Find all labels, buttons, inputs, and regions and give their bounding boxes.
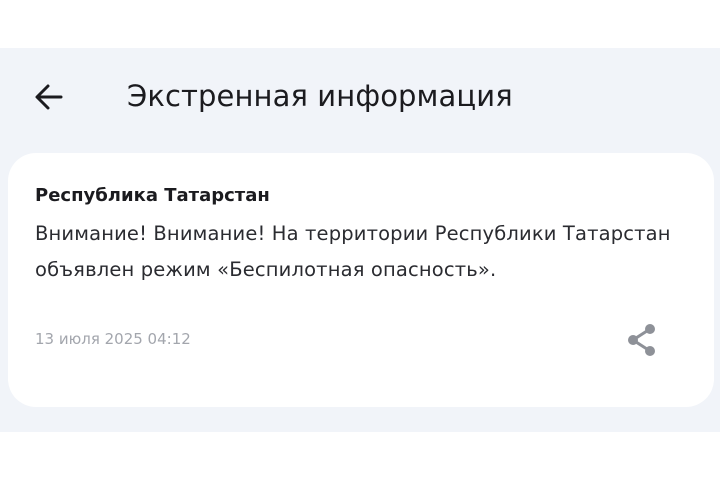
alert-card[interactable]: Республика Татарстан Внимание! Внимание!… bbox=[8, 153, 714, 407]
share-button[interactable] bbox=[620, 318, 664, 362]
arrow-left-icon bbox=[35, 84, 63, 110]
share-icon bbox=[628, 324, 655, 356]
alert-message: Внимание! Внимание! На территории Респуб… bbox=[35, 222, 671, 281]
page-title: Экстренная информация bbox=[127, 79, 513, 113]
alert-region: Республика Татарстан bbox=[35, 185, 270, 206]
back-button[interactable] bbox=[28, 76, 70, 118]
alert-timestamp: 13 июля 2025 04:12 bbox=[35, 330, 191, 348]
app-header: Экстренная информация bbox=[0, 48, 720, 148]
emergency-info-screen: Экстренная информация Республика Татарст… bbox=[0, 48, 720, 432]
